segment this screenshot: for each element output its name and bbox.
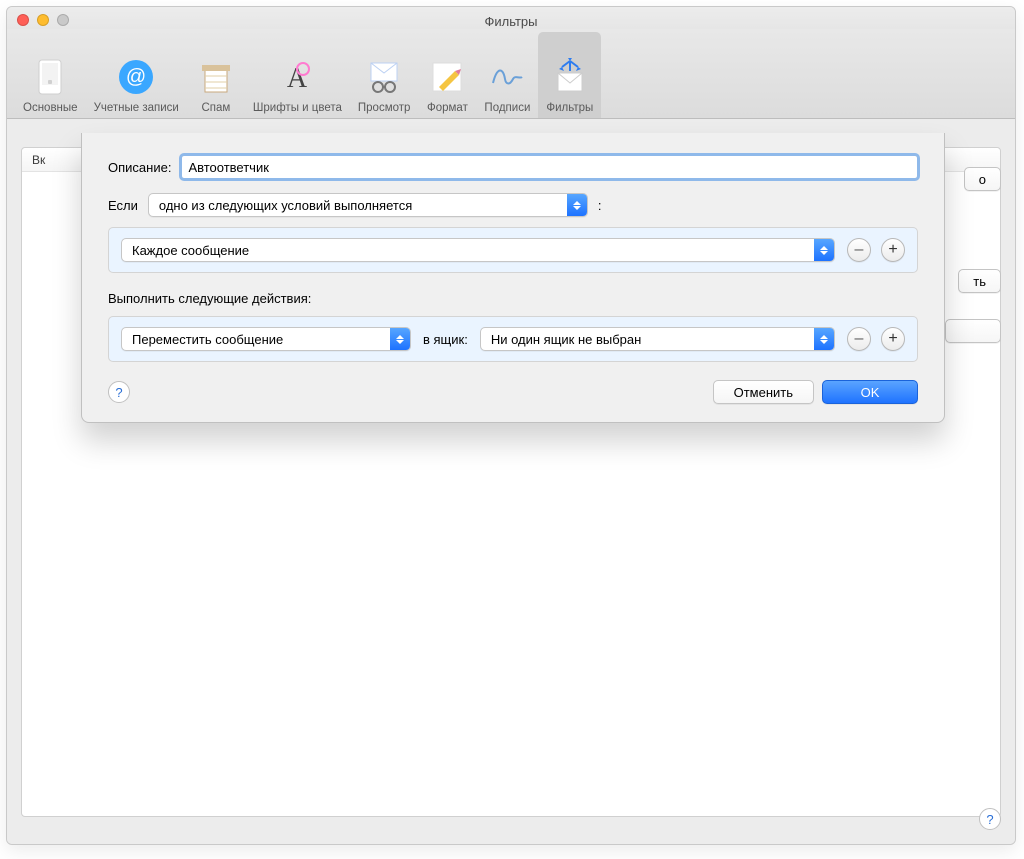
toolbar-tab-accounts[interactable]: @ Учетные записи	[86, 32, 187, 118]
side-button-3[interactable]	[945, 319, 1001, 343]
rule-editor-sheet: Описание: Если одно из следующих условий…	[81, 133, 945, 423]
toolbar-tab-rules[interactable]: Фильтры	[538, 32, 601, 118]
window-close-button[interactable]	[17, 14, 29, 26]
window-minimize-button[interactable]	[37, 14, 49, 26]
chevron-updown-icon	[567, 194, 587, 216]
condition-field-select[interactable]: Каждое сообщение	[121, 238, 835, 262]
titlebar: Фильтры	[7, 7, 1015, 29]
toolbar-tab-viewing[interactable]: Просмотр	[350, 32, 419, 118]
svg-text:@: @	[126, 66, 146, 88]
condition-mode-select[interactable]: одно из следующих условий выполняется	[148, 193, 588, 217]
description-input[interactable]	[181, 155, 918, 179]
remove-action-button[interactable]: –	[847, 327, 871, 351]
to-mailbox-label: в ящик:	[423, 332, 468, 347]
traffic-lights	[17, 14, 69, 26]
if-colon: :	[598, 198, 602, 213]
junk-icon	[196, 57, 236, 97]
chevron-updown-icon	[814, 239, 834, 261]
mailbox-select[interactable]: Ни один ящик не выбран	[480, 327, 835, 351]
add-condition-button[interactable]: +	[881, 238, 905, 262]
chevron-updown-icon	[814, 328, 834, 350]
side-button-2[interactable]: ть	[958, 269, 1001, 293]
accounts-icon: @	[116, 57, 156, 97]
condition-row: Каждое сообщение – +	[108, 227, 918, 273]
toolbar-tab-fonts[interactable]: A Шрифты и цвета	[245, 32, 350, 118]
action-type-select[interactable]: Переместить сообщение	[121, 327, 411, 351]
viewing-icon	[364, 57, 404, 97]
side-button-1[interactable]: о	[964, 167, 1001, 191]
description-label: Описание:	[108, 160, 171, 175]
window-help-button[interactable]: ?	[979, 808, 1001, 830]
actions-heading: Выполнить следующие действия:	[108, 291, 918, 306]
fonts-icon: A	[277, 57, 317, 97]
if-label: Если	[108, 198, 138, 213]
composing-icon	[427, 57, 467, 97]
cancel-button[interactable]: Отменить	[713, 380, 814, 404]
remove-condition-button[interactable]: –	[847, 238, 871, 262]
sheet-help-button[interactable]: ?	[108, 381, 130, 403]
add-action-button[interactable]: +	[881, 327, 905, 351]
chevron-updown-icon	[390, 328, 410, 350]
ok-button[interactable]: OK	[822, 380, 918, 404]
window-title: Фильтры	[15, 12, 1007, 29]
signatures-icon	[487, 57, 527, 97]
action-row: Переместить сообщение в ящик: Ни один ящ…	[108, 316, 918, 362]
rules-icon	[550, 57, 590, 97]
toolbar-tab-signatures[interactable]: Подписи	[476, 32, 538, 118]
toolbar-tab-composing[interactable]: Формат	[418, 32, 476, 118]
toolbar-tab-general[interactable]: Основные	[15, 32, 86, 118]
window-zoom-button[interactable]	[57, 14, 69, 26]
preferences-window: Фильтры Основные @ Учетные записи Спам A…	[6, 6, 1016, 845]
toolbar-tab-junk[interactable]: Спам	[187, 32, 245, 118]
toolbar: Основные @ Учетные записи Спам A Шрифты …	[7, 29, 1015, 119]
general-icon	[30, 57, 70, 97]
